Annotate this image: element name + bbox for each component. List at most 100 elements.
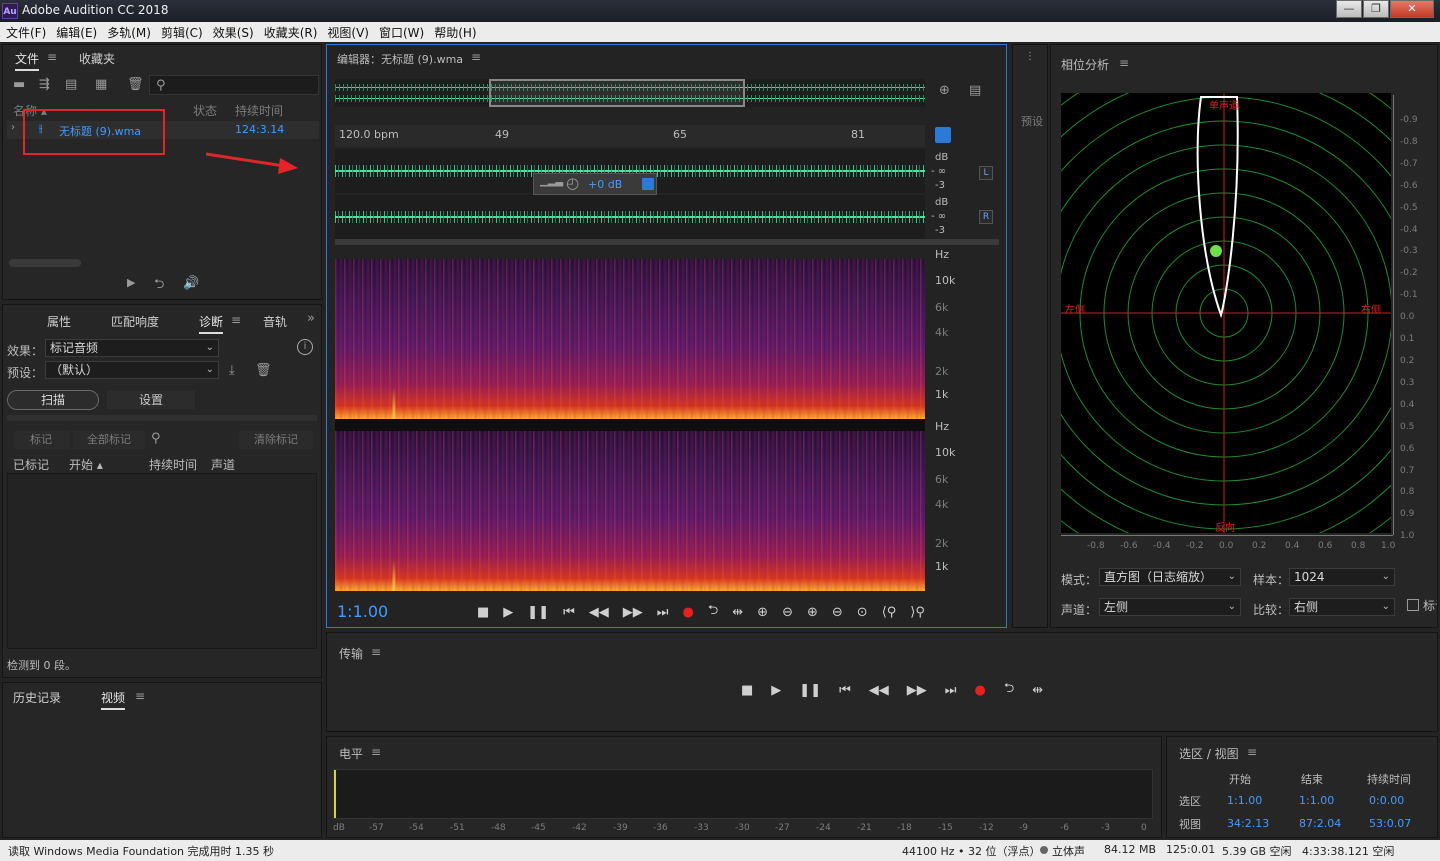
panel-menu-icon[interactable]: ≡	[231, 313, 241, 327]
stop-icon[interactable]: ■	[477, 605, 489, 620]
go-to-end-icon[interactable]: ⏭	[657, 605, 669, 620]
play-icon[interactable]: ▶	[771, 683, 781, 698]
panel-menu-icon[interactable]: ≡	[47, 50, 57, 64]
search-field[interactable]: ⚲	[149, 75, 319, 95]
overview-view-range[interactable]	[489, 79, 745, 107]
loop-icon[interactable]: ⮌	[1004, 679, 1014, 701]
panel-menu-icon[interactable]: ≡	[1247, 745, 1257, 759]
tab-properties[interactable]: 属性	[47, 313, 71, 330]
tab-history[interactable]: 历史记录	[13, 689, 61, 706]
fast-forward-icon[interactable]: ▶▶	[623, 605, 643, 620]
loop-icon[interactable]: ⮌	[154, 275, 164, 297]
menu-effects[interactable]: 效果(S)	[213, 24, 254, 41]
snap-icon[interactable]	[935, 127, 951, 143]
menu-edit[interactable]: 编辑(E)	[56, 24, 97, 41]
menu-clip[interactable]: 剪辑(C)	[161, 24, 203, 41]
view-start[interactable]: 34:2.13	[1227, 817, 1269, 830]
fast-forward-icon[interactable]: ▶▶	[907, 683, 927, 698]
divider-grip[interactable]	[7, 415, 317, 421]
selection-start[interactable]: 1:1.00	[1227, 794, 1262, 807]
new-file-icon[interactable]: ▤	[65, 77, 77, 92]
insert-icon[interactable]: ▦	[95, 77, 107, 92]
zoom-icon[interactable]: ⚲	[151, 431, 161, 446]
view-duration[interactable]: 53:0.07	[1369, 817, 1411, 830]
time-ruler[interactable]: 120.0 bpm 49 65 81	[335, 125, 925, 147]
close-button[interactable]: ✕	[1390, 0, 1434, 18]
spectrogram-right[interactable]	[335, 431, 925, 591]
pause-icon[interactable]: ❚❚	[527, 605, 549, 620]
zoom-in-time-icon[interactable]: ⊕	[807, 605, 818, 620]
import-icon[interactable]: ⇶	[39, 77, 50, 92]
selection-end[interactable]: 1:1.00	[1299, 794, 1334, 807]
menu-favorites[interactable]: 收藏夹(R)	[264, 24, 318, 41]
menu-view[interactable]: 视图(V)	[327, 24, 369, 41]
maximize-button[interactable]: ❐	[1363, 0, 1389, 18]
spectral-list-icon[interactable]: ▤	[969, 83, 981, 98]
menu-help[interactable]: 帮助(H)	[434, 24, 476, 41]
scan-button[interactable]: 扫描	[7, 390, 99, 410]
channel-select[interactable]: 左侧 ⌄	[1099, 598, 1241, 616]
sample-select[interactable]: 1024 ⌄	[1289, 568, 1395, 586]
volume-hud[interactable]: ▁▂▃ ◴ +0 dB	[533, 173, 657, 195]
current-time[interactable]: 1:1.00	[337, 602, 388, 621]
channel-right-badge[interactable]: R	[979, 210, 993, 224]
effect-select[interactable]: 标记音频 ⌄	[45, 339, 219, 357]
horizontal-scrollbar[interactable]	[9, 259, 81, 267]
tab-diagnostics[interactable]: 诊断	[199, 313, 224, 334]
go-to-start-icon[interactable]: ⏮	[563, 605, 575, 620]
menu-window[interactable]: 窗口(W)	[379, 24, 424, 41]
panel-menu-icon[interactable]: ⋮	[1025, 51, 1035, 62]
zoom-in-amplitude-icon[interactable]: ⊕	[757, 605, 768, 620]
go-to-start-icon[interactable]: ⏮	[839, 683, 851, 698]
waveform-right-channel[interactable]	[335, 195, 925, 239]
divider-grip[interactable]	[335, 239, 999, 245]
panel-menu-icon[interactable]: ≡	[1119, 56, 1129, 70]
zoom-in-point-icon[interactable]: ⟨⚲	[882, 605, 897, 620]
mark-all-button[interactable]: 全部标记	[73, 431, 145, 449]
go-to-end-icon[interactable]: ⏭	[945, 683, 957, 698]
tab-match-loudness[interactable]: 匹配响度	[111, 313, 159, 330]
zoom-full-icon[interactable]: ⊙	[857, 605, 868, 620]
col-start[interactable]: 开始 ▴	[69, 456, 103, 473]
zoom-out-amplitude-icon[interactable]: ⊖	[782, 605, 793, 620]
mode-select[interactable]: 直方图（日志缩放） ⌄	[1099, 568, 1241, 586]
record-icon[interactable]: ●	[975, 683, 986, 698]
rewind-icon[interactable]: ◀◀	[869, 683, 889, 698]
mark-button[interactable]: 标记	[13, 431, 69, 449]
loop-icon[interactable]: ⮌	[708, 601, 718, 623]
tab-files[interactable]: 文件	[15, 50, 40, 71]
stop-icon[interactable]: ■	[741, 683, 753, 698]
tab-tracks[interactable]: 音轨	[263, 313, 287, 330]
pin-icon[interactable]	[642, 178, 654, 190]
volume-icon[interactable]: 🔊	[183, 276, 199, 291]
presets-tab[interactable]: 预设	[1021, 113, 1043, 129]
tab-favorites[interactable]: 收藏夹	[79, 50, 115, 67]
view-end[interactable]: 87:2.04	[1299, 817, 1341, 830]
volume-knob-icon[interactable]: ◴	[566, 174, 579, 192]
panel-menu-icon[interactable]: ≡	[371, 745, 381, 759]
zoom-navigator-icon[interactable]: ⊕	[939, 83, 950, 98]
selection-duration[interactable]: 0:0.00	[1369, 794, 1404, 807]
marker-checkbox[interactable]	[1407, 599, 1419, 611]
panel-menu-icon[interactable]: ≡	[135, 689, 145, 703]
panel-menu-icon[interactable]: ≡	[471, 50, 481, 64]
col-duration[interactable]: 持续时间	[149, 456, 197, 473]
compare-select[interactable]: 右侧 ⌄	[1289, 598, 1395, 616]
rewind-icon[interactable]: ◀◀	[589, 605, 609, 620]
record-icon[interactable]: ●	[683, 605, 694, 620]
expand-chevron-icon[interactable]: ›	[11, 122, 15, 133]
settings-button[interactable]: 设置	[107, 391, 195, 409]
play-icon[interactable]: ▶	[127, 276, 135, 289]
zoom-out-time-icon[interactable]: ⊖	[832, 605, 843, 620]
tab-video[interactable]: 视频	[101, 689, 126, 710]
panel-menu-icon[interactable]: ≡	[371, 645, 381, 659]
pause-icon[interactable]: ❚❚	[799, 683, 821, 698]
info-icon[interactable]: i	[297, 339, 313, 355]
skip-icon[interactable]: ⇹	[1032, 683, 1043, 698]
overflow-chevron-icon[interactable]: »	[307, 311, 315, 326]
save-preset-icon[interactable]: ⤓	[229, 363, 235, 378]
col-status[interactable]: 状态	[193, 102, 217, 119]
delete-icon[interactable]: 🗑	[127, 77, 144, 92]
menu-multitrack[interactable]: 多轨(M)	[107, 24, 151, 41]
col-marked[interactable]: 已标记	[13, 456, 49, 473]
